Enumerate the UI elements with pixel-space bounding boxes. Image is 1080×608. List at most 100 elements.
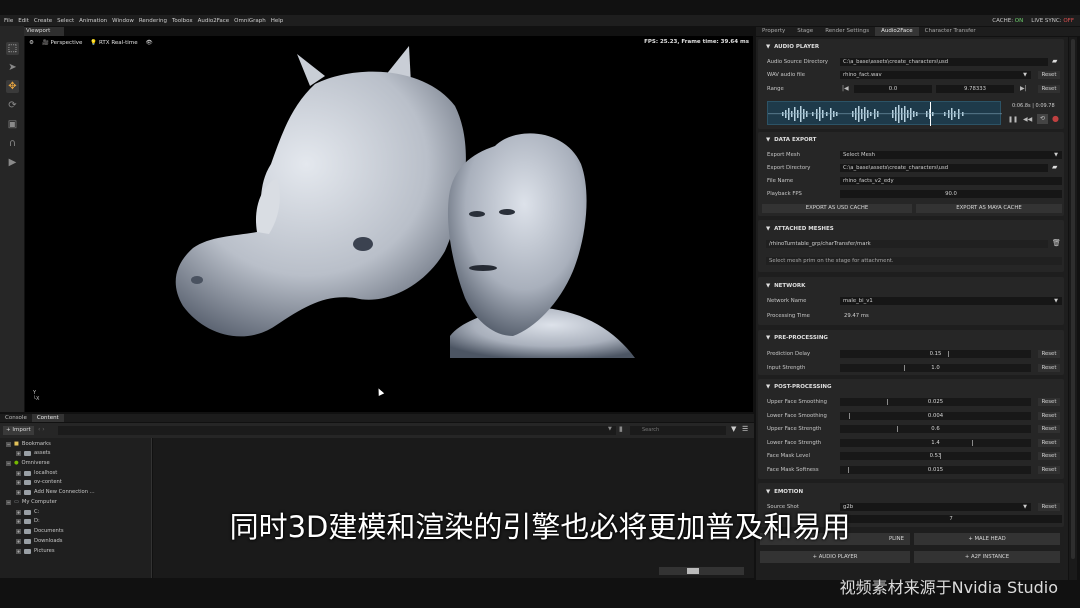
value-slider[interactable]: 0.53 — [840, 452, 1031, 461]
value-slider[interactable]: 0.004 — [840, 411, 1031, 420]
value-slider[interactable]: 0.15 — [840, 350, 1031, 358]
right-panel-scrollbar[interactable] — [1069, 37, 1077, 580]
play-tool-icon[interactable]: ▶ — [6, 156, 19, 169]
range-start-field[interactable]: 0.0 — [854, 85, 932, 93]
tab-property[interactable]: Property — [756, 27, 791, 36]
tree-item[interactable]: + Add New Connection ... — [16, 489, 95, 495]
tree-item[interactable]: + ov-content — [16, 479, 62, 485]
value-slider[interactable]: 0.025 — [840, 398, 1031, 406]
reset-button[interactable]: Reset — [1038, 363, 1060, 372]
tab-audio2face[interactable]: Audio2Face — [875, 27, 919, 36]
viewport[interactable]: ⚙ 🎥 Perspective 💡 RTX Real-time 👁 FPS: 2… — [25, 36, 753, 412]
range-reset-button[interactable]: Reset — [1038, 85, 1060, 93]
value-slider[interactable]: 0.6 — [840, 425, 1031, 434]
menu-file[interactable]: File — [4, 18, 13, 24]
slider-handle[interactable] — [897, 426, 898, 433]
export-mesh-dropdown[interactable]: Select Mesh ▼ — [840, 151, 1062, 159]
record-icon[interactable]: ● — [1052, 114, 1059, 123]
tree-item[interactable]: + Pictures — [16, 548, 55, 554]
move-tool-icon[interactable]: ✥ — [6, 80, 19, 93]
camera-selector[interactable]: 🎥 Perspective — [42, 40, 82, 46]
playback-fps-field[interactable]: 90.0 — [840, 190, 1062, 198]
reset-button[interactable]: Reset — [1038, 350, 1060, 358]
audio-player-button[interactable]: + AUDIO PLAYER — [760, 551, 910, 563]
visibility-eye-icon[interactable]: 👁 — [146, 40, 153, 46]
menu-edit[interactable]: Edit — [18, 18, 29, 24]
section-header[interactable]: ▼ AUDIO PLAYER — [766, 44, 819, 50]
range-start-icon[interactable]: |◀ — [842, 85, 849, 92]
slider-handle[interactable] — [904, 364, 905, 371]
nav-back-icon[interactable]: ‹ › — [38, 426, 45, 433]
reset-button[interactable]: Reset — [1038, 411, 1060, 420]
a2f-instance-button[interactable]: + A2F INSTANCE — [914, 551, 1060, 563]
filter-icon[interactable]: ▼ — [731, 425, 736, 433]
reset-button[interactable]: Reset — [1038, 452, 1060, 461]
tree-item[interactable]: + assets — [16, 450, 51, 456]
tab-content[interactable]: Content — [31, 414, 64, 422]
folder-open-icon[interactable]: ▰ — [1052, 57, 1057, 65]
viewport-tab[interactable]: Viewport — [24, 27, 64, 36]
section-header[interactable]: ▼ ATTACHED MESHES — [766, 226, 834, 232]
menu-animation[interactable]: Animation — [79, 18, 107, 24]
path-dropdown-icon[interactable]: ▼ — [608, 426, 612, 432]
folder-open-icon[interactable]: ▰ — [1052, 163, 1057, 171]
section-header[interactable]: ▼ PRE-PROCESSING — [766, 335, 828, 341]
live-sync-status[interactable]: LIVE SYNC: OFF — [1031, 18, 1074, 24]
tree-item[interactable]: − ■ Bookmarks — [6, 441, 51, 447]
wav-reset-button[interactable]: Reset — [1038, 71, 1060, 79]
cache-status[interactable]: CACHE: ON — [992, 18, 1023, 24]
value-slider[interactable]: 1.0 — [840, 363, 1031, 372]
slider-handle[interactable] — [848, 467, 849, 473]
audio-waveform[interactable] — [767, 101, 1002, 126]
section-header[interactable]: ▼ NETWORK — [766, 283, 805, 289]
section-header[interactable]: ▼ POST-PROCESSING — [766, 384, 832, 390]
export-usd-cache-button[interactable]: EXPORT AS USD CACHE — [762, 204, 912, 213]
menu-window[interactable]: Window — [112, 18, 134, 24]
list-view-icon[interactable]: ☰ — [742, 425, 748, 433]
file-name-field[interactable]: rhino_facts_v2_edy — [840, 177, 1062, 185]
viewport-settings-icon[interactable]: ⚙ — [29, 40, 34, 46]
tab-stage[interactable]: Stage — [791, 27, 819, 36]
section-header[interactable]: ▼ EMOTION — [766, 489, 803, 495]
network-name-dropdown[interactable]: male_bi_v1 ▼ — [840, 297, 1062, 305]
renderer-selector[interactable]: 💡 RTX Real-time — [90, 40, 137, 46]
export-maya-cache-button[interactable]: EXPORT AS MAYA CACHE — [916, 204, 1062, 213]
menu-omnigraph[interactable]: OmniGraph — [234, 18, 266, 24]
scale-tool-icon[interactable]: ▣ — [6, 118, 19, 131]
rewind-icon[interactable]: ◀◀ — [1023, 116, 1032, 123]
pause-icon[interactable]: ❚❚ — [1008, 116, 1018, 123]
slider-handle[interactable] — [849, 412, 850, 419]
attached-mesh-item[interactable]: /rhinoTurntable_grp/charTransfer/mark — [766, 240, 1048, 248]
menu-toolbox[interactable]: Toolbox — [172, 18, 193, 24]
import-button[interactable]: + Import — [3, 426, 34, 435]
section-header[interactable]: ▼ DATA EXPORT — [766, 137, 816, 143]
menu-select[interactable]: Select — [57, 18, 74, 24]
content-path-field[interactable] — [58, 426, 616, 435]
slider-handle[interactable] — [940, 453, 941, 460]
content-search-input[interactable]: Search — [630, 426, 726, 435]
menu-help[interactable]: Help — [271, 18, 284, 24]
tree-item[interactable]: + localhost — [16, 470, 57, 476]
trash-icon[interactable]: 🗑 — [1052, 239, 1061, 247]
range-end-field[interactable]: 9.78333 — [936, 85, 1014, 93]
tab-character-transfer[interactable]: Character Transfer — [919, 27, 982, 36]
value-slider[interactable]: 1.4 — [840, 438, 1031, 447]
tab-console[interactable]: Console — [0, 414, 32, 422]
bookmark-icon[interactable]: ▮ — [619, 425, 623, 433]
reset-button[interactable]: Reset — [1038, 466, 1060, 474]
tree-item[interactable]: − ● Omniverse — [6, 460, 50, 466]
reset-button[interactable]: Reset — [1038, 438, 1060, 447]
thumbnail-size-slider[interactable] — [659, 567, 744, 575]
slider-handle[interactable] — [887, 399, 888, 405]
reset-button[interactable]: Reset — [1038, 425, 1060, 434]
menu-audio2face[interactable]: Audio2Face — [198, 18, 230, 24]
tab-render-settings[interactable]: Render Settings — [819, 27, 875, 36]
range-end-icon[interactable]: ▶| — [1020, 85, 1027, 92]
slider-handle[interactable] — [972, 439, 973, 446]
rotate-tool-icon[interactable]: ⟳ — [6, 99, 19, 112]
export-dir-field[interactable]: C:\a_base\assets\create_characters\usd — [840, 164, 1048, 172]
menu-create[interactable]: Create — [34, 18, 52, 24]
reset-button[interactable]: Reset — [1038, 398, 1060, 406]
menu-rendering[interactable]: Rendering — [139, 18, 167, 24]
audio-source-dir-field[interactable]: C:\a_base\assets\create_characters\usd — [840, 58, 1048, 66]
